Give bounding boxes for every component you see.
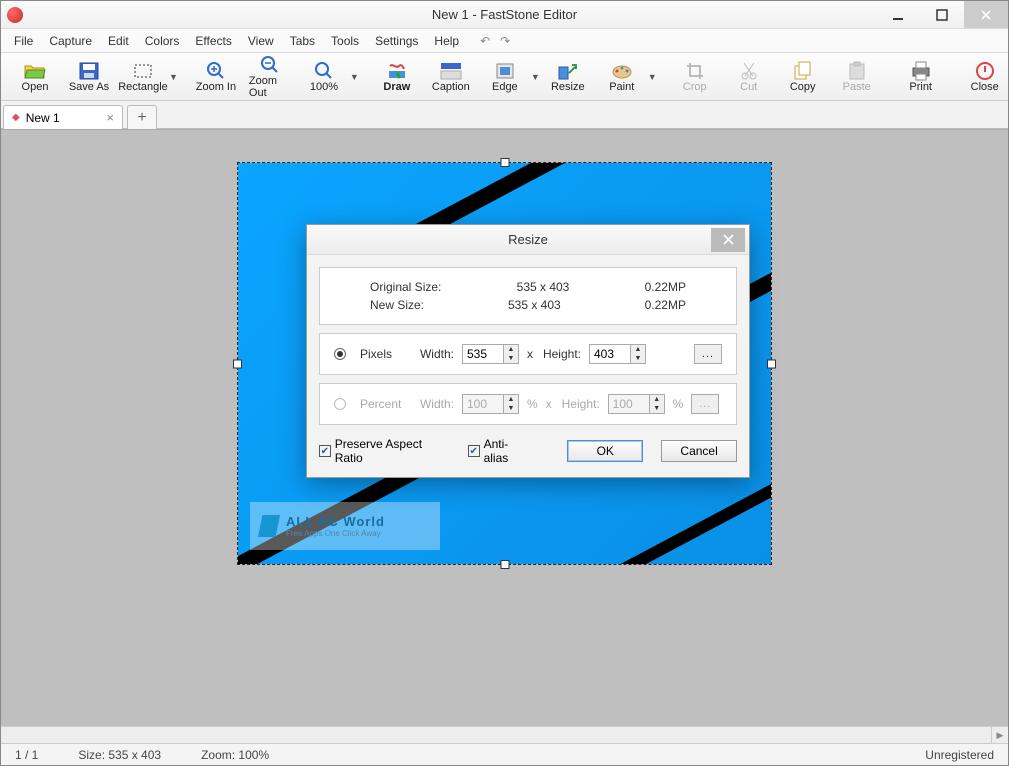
height-px-up-icon[interactable]: ▲	[631, 345, 645, 354]
window-title: New 1 - FastStone Editor	[1, 7, 1008, 22]
rectangle-dropdown-icon[interactable]: ▼	[169, 72, 178, 82]
resize-handle-w[interactable]	[233, 359, 242, 368]
titlebar: New 1 - FastStone Editor	[1, 1, 1008, 29]
original-size-mp: 0.22MP	[645, 280, 686, 294]
close-button[interactable]: Close	[959, 55, 1009, 99]
paint-button[interactable]: Paint	[596, 55, 648, 99]
watermark: ALL PC World Free Apps One Click Away	[250, 502, 440, 550]
maximize-button[interactable]	[920, 1, 964, 28]
width-px-down-icon[interactable]: ▼	[504, 354, 518, 363]
resize-dialog: Resize Original Size: 535 x 403 0.22MP N…	[306, 224, 750, 478]
minimize-button[interactable]	[876, 1, 920, 28]
dialog-title: Resize	[307, 232, 749, 247]
tab-label: New 1	[26, 111, 60, 125]
rectangle-button[interactable]: Rectangle	[117, 55, 169, 99]
status-page: 1 / 1	[15, 748, 38, 762]
antialias-checkbox[interactable]: ✔Anti-alias	[468, 437, 531, 465]
redo-icon[interactable]: ↷	[500, 34, 510, 48]
menu-bar: File Capture Edit Colors Effects View Ta…	[1, 29, 1008, 53]
new-size-label: New Size:	[370, 298, 424, 312]
pixels-radio[interactable]	[334, 348, 346, 360]
toolbar: Open Save As Rectangle ▼ Zoom In Zoom Ou…	[1, 53, 1008, 101]
draw-button[interactable]: Draw	[371, 55, 423, 99]
paint-dropdown-icon[interactable]: ▼	[648, 72, 657, 82]
width-label: Width:	[414, 347, 454, 361]
app-icon	[7, 7, 23, 23]
pixels-preset-button[interactable]: ...	[694, 344, 722, 364]
pixels-panel: Pixels Width: ▲▼ x Height: ▲▼ ...	[319, 333, 737, 375]
new-size-mp: 0.22MP	[645, 298, 686, 312]
height-px-down-icon[interactable]: ▼	[631, 354, 645, 363]
horizontal-scrollbar[interactable]: ▶	[1, 726, 1008, 743]
menu-help[interactable]: Help	[427, 32, 466, 50]
original-size-label: Original Size:	[370, 280, 441, 294]
tab-bar: ◆ New 1 × +	[1, 101, 1008, 129]
status-registration: Unregistered	[925, 748, 994, 762]
height-pc-input	[609, 395, 649, 413]
menu-effects[interactable]: Effects	[188, 32, 238, 50]
menu-tabs[interactable]: Tabs	[283, 32, 322, 50]
status-bar: 1 / 1 Size: 535 x 403 Zoom: 100% Unregis…	[1, 743, 1008, 765]
preserve-aspect-checkbox[interactable]: ✔Preserve Aspect Ratio	[319, 437, 450, 465]
undo-icon[interactable]: ↶	[480, 34, 490, 48]
status-zoom: Zoom: 100%	[201, 748, 269, 762]
height-label: Height:	[541, 347, 581, 361]
percent-preset-button[interactable]: ...	[691, 394, 719, 414]
width-px-input[interactable]	[463, 345, 503, 363]
original-size-value: 535 x 403	[517, 280, 570, 294]
close-window-button[interactable]	[964, 1, 1008, 28]
crop-button[interactable]: Crop	[669, 55, 721, 99]
caption-button[interactable]: Caption	[425, 55, 477, 99]
percent-radio[interactable]	[334, 398, 346, 410]
menu-file[interactable]: File	[7, 32, 40, 50]
menu-colors[interactable]: Colors	[138, 32, 187, 50]
pixels-label: Pixels	[360, 347, 406, 361]
menu-settings[interactable]: Settings	[368, 32, 425, 50]
width-pc-input	[463, 395, 503, 413]
status-size: Size: 535 x 403	[78, 748, 161, 762]
open-button[interactable]: Open	[9, 55, 61, 99]
height-px-input[interactable]	[590, 345, 630, 363]
zoom-dropdown-icon[interactable]: ▼	[350, 72, 359, 82]
percent-panel: Percent Width: ▲▼ % x Height: ▲▼ % ...	[319, 383, 737, 425]
zoom-out-button[interactable]: Zoom Out	[244, 55, 296, 99]
edge-button[interactable]: Edge	[479, 55, 531, 99]
menu-edit[interactable]: Edit	[101, 32, 136, 50]
resize-handle-s[interactable]	[500, 560, 509, 569]
resize-handle-e[interactable]	[767, 359, 776, 368]
cut-button[interactable]: Cut	[723, 55, 775, 99]
menu-view[interactable]: View	[241, 32, 281, 50]
copy-button[interactable]: Copy	[777, 55, 829, 99]
zoom-100-button[interactable]: 100%	[298, 55, 350, 99]
tab-new1[interactable]: ◆ New 1 ×	[3, 105, 123, 129]
width-px-up-icon[interactable]: ▲	[504, 345, 518, 354]
scroll-right-icon[interactable]: ▶	[991, 727, 1008, 743]
dialog-titlebar[interactable]: Resize	[307, 225, 749, 255]
watermark-logo-icon	[258, 515, 280, 537]
new-tab-button[interactable]: +	[127, 105, 157, 129]
percent-label: Percent	[360, 397, 406, 411]
resize-button[interactable]: Resize	[542, 55, 594, 99]
paste-button[interactable]: Paste	[831, 55, 883, 99]
cancel-button[interactable]: Cancel	[661, 440, 737, 462]
save-as-button[interactable]: Save As	[63, 55, 115, 99]
tab-close-icon[interactable]: ×	[106, 110, 114, 125]
ok-button[interactable]: OK	[567, 440, 643, 462]
zoom-in-button[interactable]: Zoom In	[190, 55, 242, 99]
resize-handle-n[interactable]	[500, 158, 509, 167]
size-info-panel: Original Size: 535 x 403 0.22MP New Size…	[319, 267, 737, 325]
tab-dirty-icon: ◆	[12, 112, 20, 123]
menu-tools[interactable]: Tools	[324, 32, 366, 50]
menu-capture[interactable]: Capture	[42, 32, 99, 50]
print-button[interactable]: Print	[895, 55, 947, 99]
new-size-value: 535 x 403	[508, 298, 561, 312]
edge-dropdown-icon[interactable]: ▼	[531, 72, 540, 82]
